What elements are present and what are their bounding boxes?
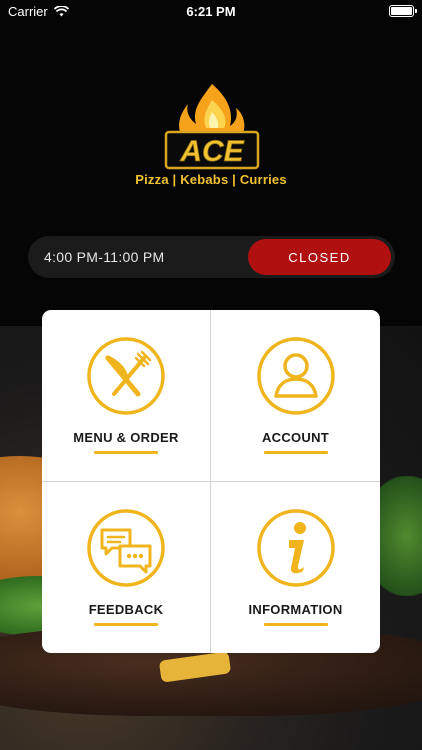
status-bar: Carrier 6:21 PM [0,0,422,22]
tagline: Pizza | Kebabs | Curries [135,172,287,187]
account-tile[interactable]: ACCOUNT [211,310,380,482]
battery-icon [389,5,417,17]
menu-order-tile[interactable]: MENU & ORDER [42,310,211,482]
opening-hours-bar: 4:00 PM-11:00 PM CLOSED [28,236,395,278]
clock: 6:21 PM [186,3,236,19]
menu-order-label: MENU & ORDER [73,430,179,445]
tile-underline [94,451,158,454]
information-tile[interactable]: INFORMATION [211,482,380,654]
svg-text:ACE: ACE [179,135,244,168]
fork-knife-icon [87,337,165,415]
tile-underline [94,622,158,626]
feedback-label: FEEDBACK [88,601,164,617]
info-icon [256,508,335,587]
information-label: INFORMATION [248,601,343,617]
user-icon [256,337,335,415]
main-menu-grid: MENU & ORDER ACCOUNT FEEDBACK INFORMATIO… [42,310,380,653]
header: ACE Pizza | Kebabs | Curries 4:00 PM-11:… [0,0,422,326]
opening-hours-text: 4:00 PM-11:00 PM [44,249,165,265]
tile-underline [263,622,328,626]
feedback-tile[interactable]: FEEDBACK [42,481,211,653]
chat-bubbles-icon [87,508,165,587]
tile-underline [263,451,328,454]
account-label: ACCOUNT [261,430,330,445]
store-status-badge: CLOSED [248,239,391,275]
